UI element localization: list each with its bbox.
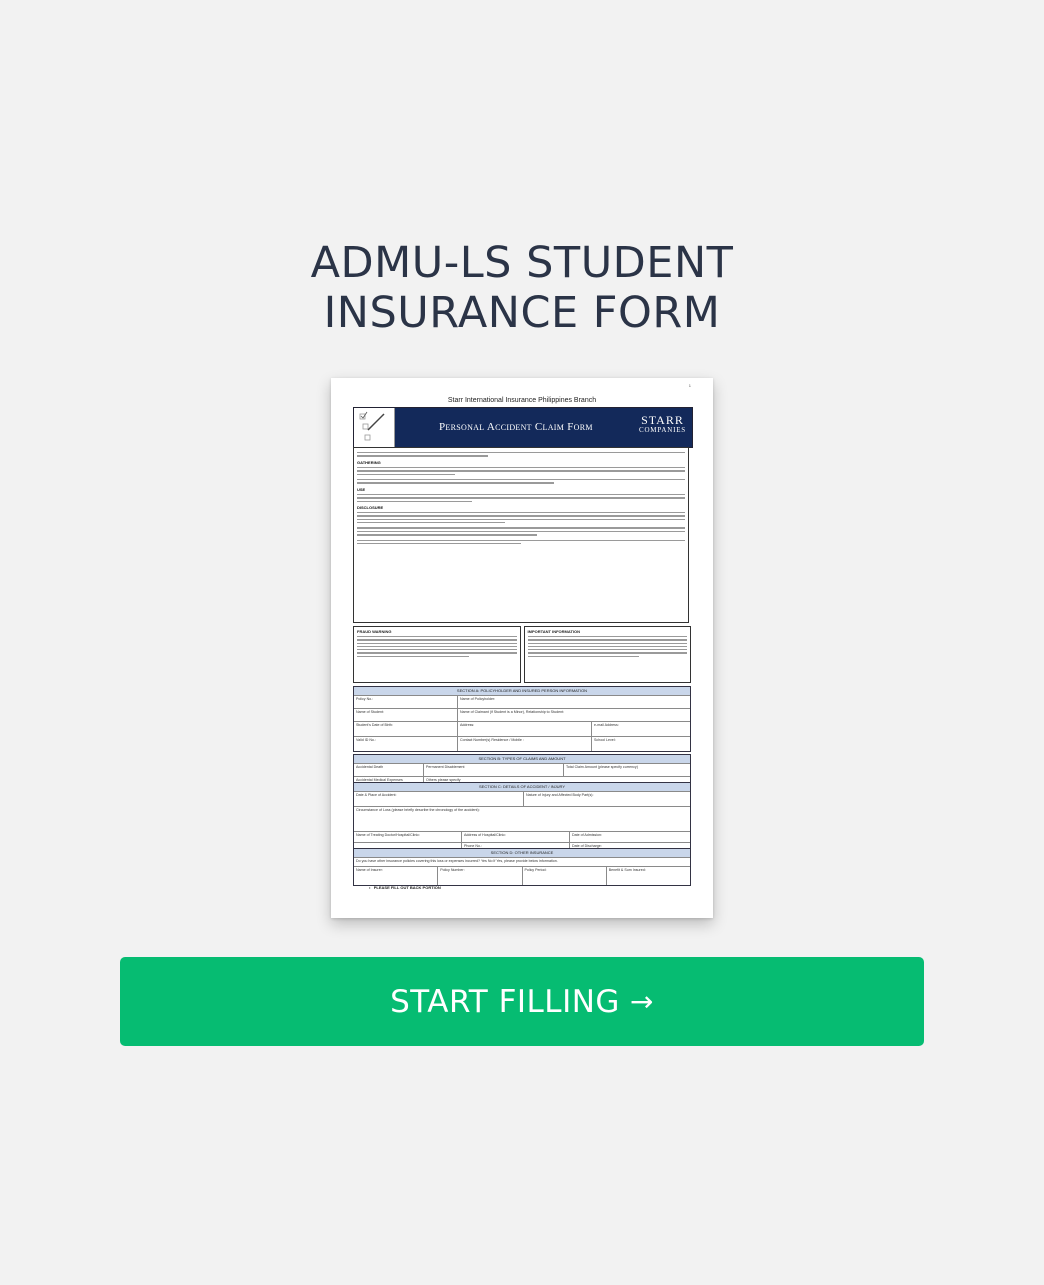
section-d: SECTION D: OTHER INSURANCE Do you have o… bbox=[353, 848, 691, 886]
field-hospital-address: Address of Hospital/Clinic: bbox=[462, 832, 570, 842]
field-claimant: Name of Claimant (if Student is a Minor)… bbox=[460, 710, 565, 714]
important-info-head: IMPORTANT INFORMATION bbox=[527, 629, 581, 634]
field-doctor: Name of Treating Doctor/Hospital/Clinic: bbox=[354, 832, 462, 842]
field-valid-id: Valid ID No.: bbox=[354, 737, 458, 751]
field-contact: Contact Number(s) Residence / Mobile : bbox=[458, 737, 592, 751]
field-insurer: Name of Insurer: bbox=[354, 867, 439, 885]
brand-line-1: STARR bbox=[641, 413, 684, 427]
privacy-head-use: USE bbox=[357, 486, 366, 492]
privacy-head-gathering: GATHERING bbox=[357, 459, 381, 465]
brand-line-2: COMPANIES bbox=[638, 426, 686, 434]
section-a: SECTION A: POLICYHOLDER AND INSURED PERS… bbox=[353, 686, 691, 752]
section-b-title: SECTION B: TYPES OF CLAIMS AND AMOUNT bbox=[354, 755, 690, 763]
claim-permanent-disablement: Permanent Disablement bbox=[424, 764, 564, 776]
form-title: Personal Accident Claim Form bbox=[439, 421, 593, 433]
field-policy-number: Policy Number: bbox=[438, 867, 523, 885]
field-dob: Student's Date of Birth: bbox=[354, 722, 458, 736]
important-info-box: IMPORTANT INFORMATION bbox=[523, 626, 691, 683]
starr-companies-logo: STARR COMPANIES bbox=[638, 413, 686, 435]
banner-title-area: Personal Accident Claim Form STARR COMPA… bbox=[395, 408, 692, 447]
start-filling-button[interactable]: START FILLING → bbox=[120, 957, 924, 1046]
field-school-level: School Level: bbox=[594, 738, 616, 742]
privacy-notice: GATHERING USE DISCLOSURE bbox=[353, 447, 689, 623]
section-c: SECTION C: DETAILS OF ACCIDENT / INJURY … bbox=[353, 782, 691, 853]
section-c-title: SECTION C: DETAILS OF ACCIDENT / INJURY bbox=[354, 783, 690, 791]
arrow-right-icon: → bbox=[629, 985, 654, 1018]
fraud-warning-head: FRAUD WARNING bbox=[357, 629, 392, 634]
page-number: 1 bbox=[688, 383, 691, 388]
field-policy-no: Policy No.: bbox=[354, 696, 458, 708]
section-a-title: SECTION A: POLICYHOLDER AND INSURED PERS… bbox=[354, 687, 690, 695]
privacy-head-disclosure: DISCLOSURE bbox=[357, 504, 384, 510]
start-filling-label: START FILLING bbox=[390, 983, 620, 1020]
field-benefit: Benefit & Sum Insured: bbox=[608, 868, 646, 872]
field-circumstance: Circumstance of Loss (please briefly des… bbox=[356, 808, 480, 812]
page-title-line-1: ADMU-LS STUDENT bbox=[310, 238, 734, 288]
field-other-insurance-question: Do you have other insurance policies cov… bbox=[356, 859, 558, 863]
checklist-pen-icon bbox=[354, 408, 395, 447]
claim-accidental-death: Accidental Death bbox=[354, 764, 424, 776]
field-policy-period: Policy Period: bbox=[523, 867, 607, 885]
field-nature-injury: Nature of Injury and Affected Body Part(… bbox=[526, 793, 594, 797]
section-d-title: SECTION D: OTHER INSURANCE bbox=[354, 849, 690, 857]
field-student-name: Name of Student: bbox=[354, 709, 458, 721]
back-portion-note-text: PLEASE FILL OUT BACK PORTION bbox=[373, 885, 441, 890]
claim-total-amount: Total Claim Amount (please specify curre… bbox=[566, 765, 638, 769]
page-title-line-2: INSURANCE FORM bbox=[323, 288, 721, 338]
field-email: e-mail Address: bbox=[594, 723, 619, 727]
form-banner: Personal Accident Claim Form STARR COMPA… bbox=[353, 407, 693, 448]
page-title: ADMU-LS STUDENT INSURANCE FORM bbox=[0, 238, 1044, 338]
field-admission: Date of Admission: bbox=[572, 833, 602, 837]
field-address: Address: bbox=[458, 722, 592, 736]
field-policyholder: Name of Policyholder: bbox=[460, 697, 496, 701]
company-header: Starr International Insurance Philippine… bbox=[447, 397, 597, 404]
fraud-warning-box: FRAUD WARNING bbox=[353, 626, 521, 683]
form-preview-thumbnail[interactable]: 1 Starr International Insurance Philippi… bbox=[331, 378, 713, 918]
back-portion-note: • PLEASE FILL OUT BACK PORTION bbox=[369, 885, 441, 890]
field-date-place: Date & Place of Accident: bbox=[354, 792, 524, 806]
warning-info-row: FRAUD WARNING IMPORTANT INFORMATION bbox=[353, 626, 691, 683]
